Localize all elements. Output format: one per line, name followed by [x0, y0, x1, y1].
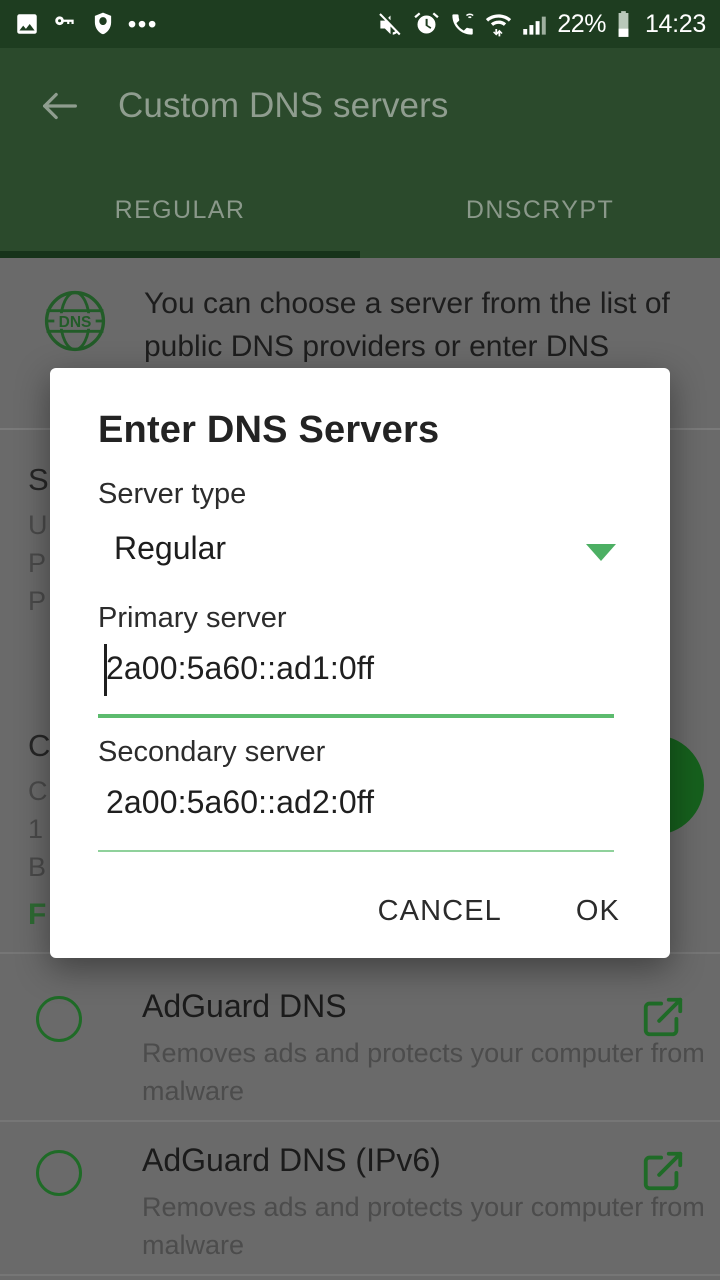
phone-screen: ••• 22% 14:23 Custom DNS servers REGULAR…	[0, 0, 720, 1280]
ok-button[interactable]: OK	[566, 887, 630, 936]
chevron-down-icon	[586, 544, 616, 561]
secondary-server-value: 2a00:5a60::ad2:0ff	[106, 784, 375, 820]
server-type-label: Server type	[98, 478, 247, 510]
server-type-spinner[interactable]: Regular	[98, 526, 622, 588]
primary-server-value: 2a00:5a60::ad1:0ff	[106, 650, 375, 686]
primary-server-input[interactable]: 2a00:5a60::ad1:0ff	[98, 644, 614, 718]
dialog-actions: CANCEL OK	[368, 887, 630, 936]
primary-server-underline	[98, 714, 614, 718]
primary-server-label: Primary server	[98, 602, 287, 634]
dialog-title: Enter DNS Servers	[98, 409, 440, 451]
secondary-server-label: Secondary server	[98, 736, 326, 768]
secondary-server-underline	[98, 850, 614, 852]
server-type-value: Regular	[114, 530, 227, 566]
enter-dns-servers-dialog: Enter DNS Servers Server type Regular Pr…	[50, 368, 670, 958]
cancel-button[interactable]: CANCEL	[368, 887, 512, 936]
secondary-server-input[interactable]: 2a00:5a60::ad2:0ff	[98, 784, 614, 852]
